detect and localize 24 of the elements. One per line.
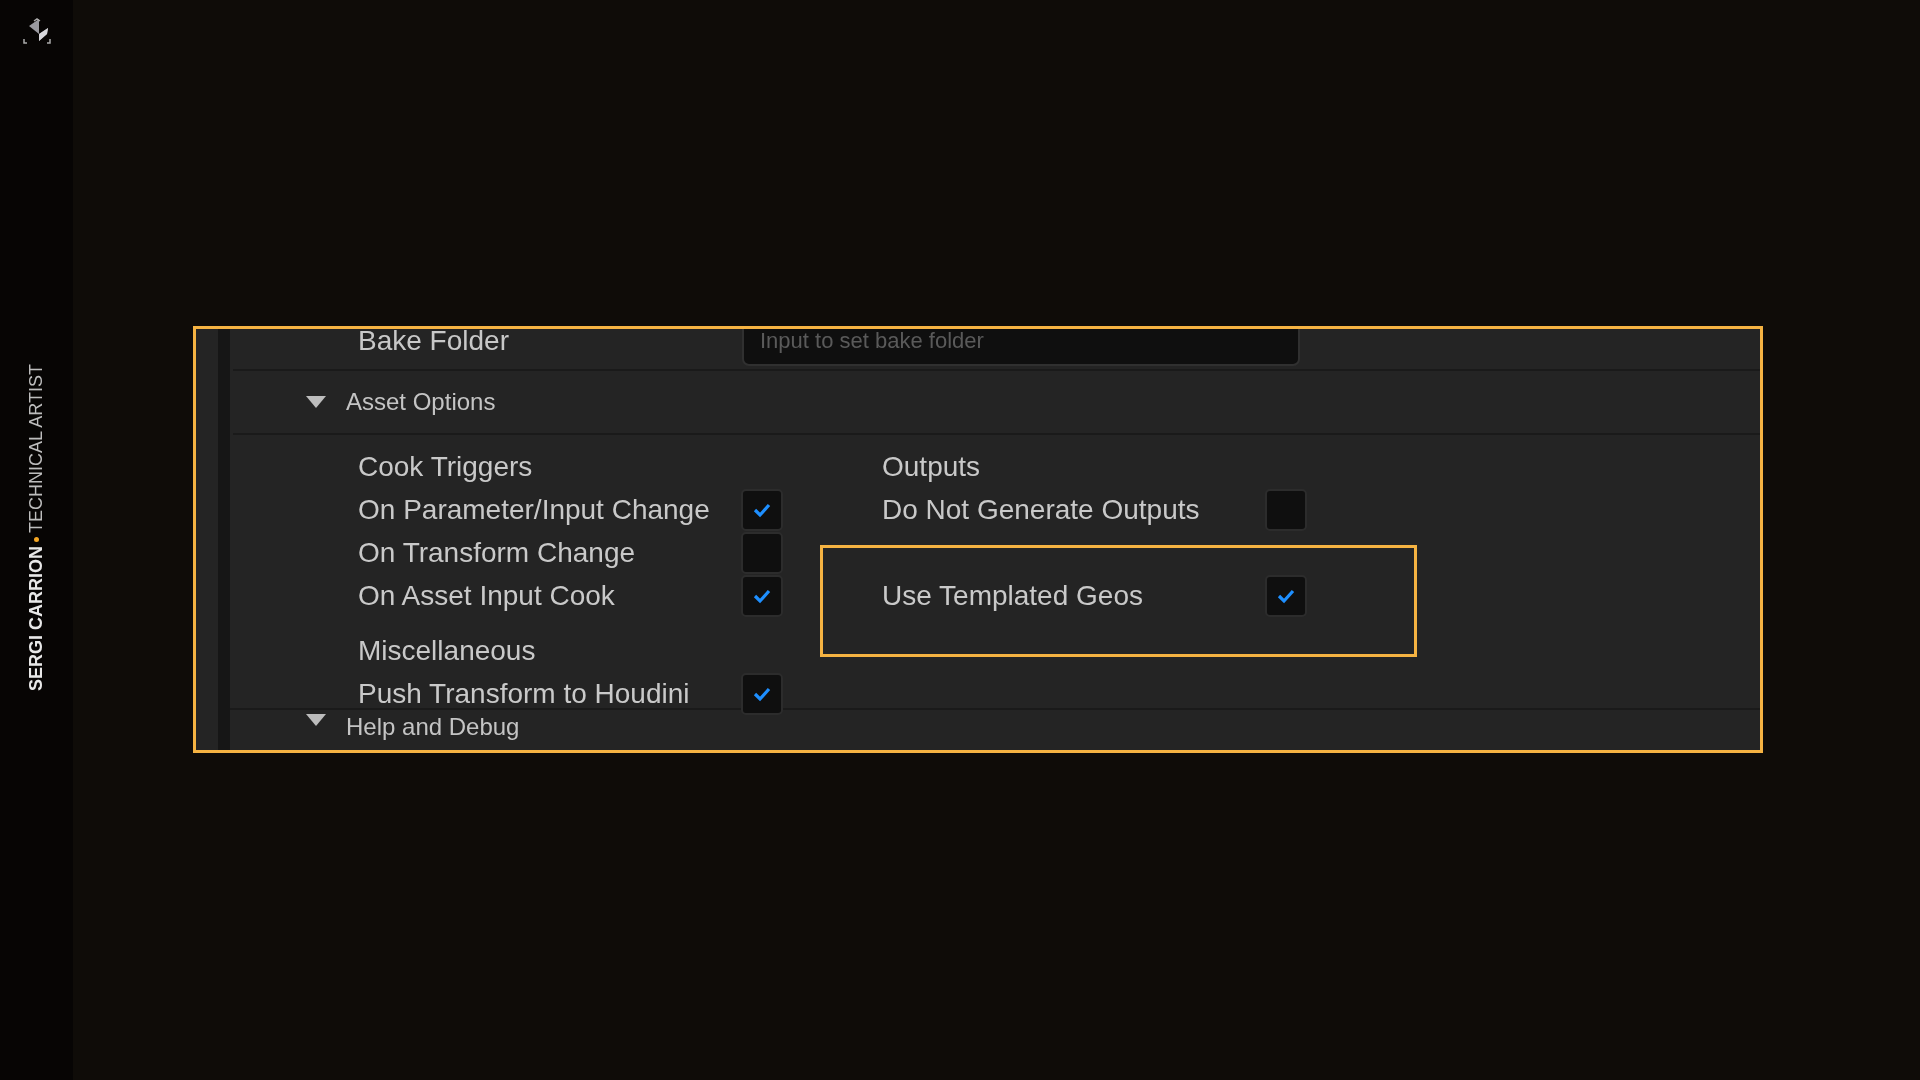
checkbox-label: Use Templated Geos — [882, 579, 1144, 612]
checkbox-label: Push Transform to Houdini — [358, 677, 691, 710]
checkbox[interactable] — [1265, 488, 1307, 531]
checkbox[interactable] — [741, 531, 783, 574]
dot-icon — [34, 537, 39, 543]
checkbox-label: Do Not Generate Outputs — [882, 493, 1201, 526]
field-label: Bake Folder — [357, 329, 510, 357]
checkbox[interactable] — [1265, 574, 1307, 617]
group-heading: Cook Triggers — [358, 449, 534, 484]
caret-icon — [305, 713, 327, 727]
section-header[interactable]: Help and Debug — [233, 710, 1760, 741]
checkbox-label: On Parameter/Input Change — [358, 493, 711, 526]
checkbox[interactable] — [741, 574, 783, 617]
checkbox[interactable] — [741, 488, 783, 531]
group-heading: Outputs — [882, 449, 982, 484]
author-title: TECHNICAL ARTIST — [26, 364, 47, 534]
section-header[interactable]: Asset Options — [233, 371, 1760, 435]
checkbox-label: On Asset Input Cook — [358, 579, 616, 612]
caret-icon — [305, 395, 327, 409]
author-name: SERGI CARRION — [26, 546, 47, 692]
checkbox-label: On Transform Change — [358, 536, 637, 569]
group-heading: Miscellaneous — [358, 633, 537, 668]
checkbox[interactable] — [741, 672, 783, 715]
folder-field[interactable]: Input to set bake folder — [742, 329, 1300, 366]
